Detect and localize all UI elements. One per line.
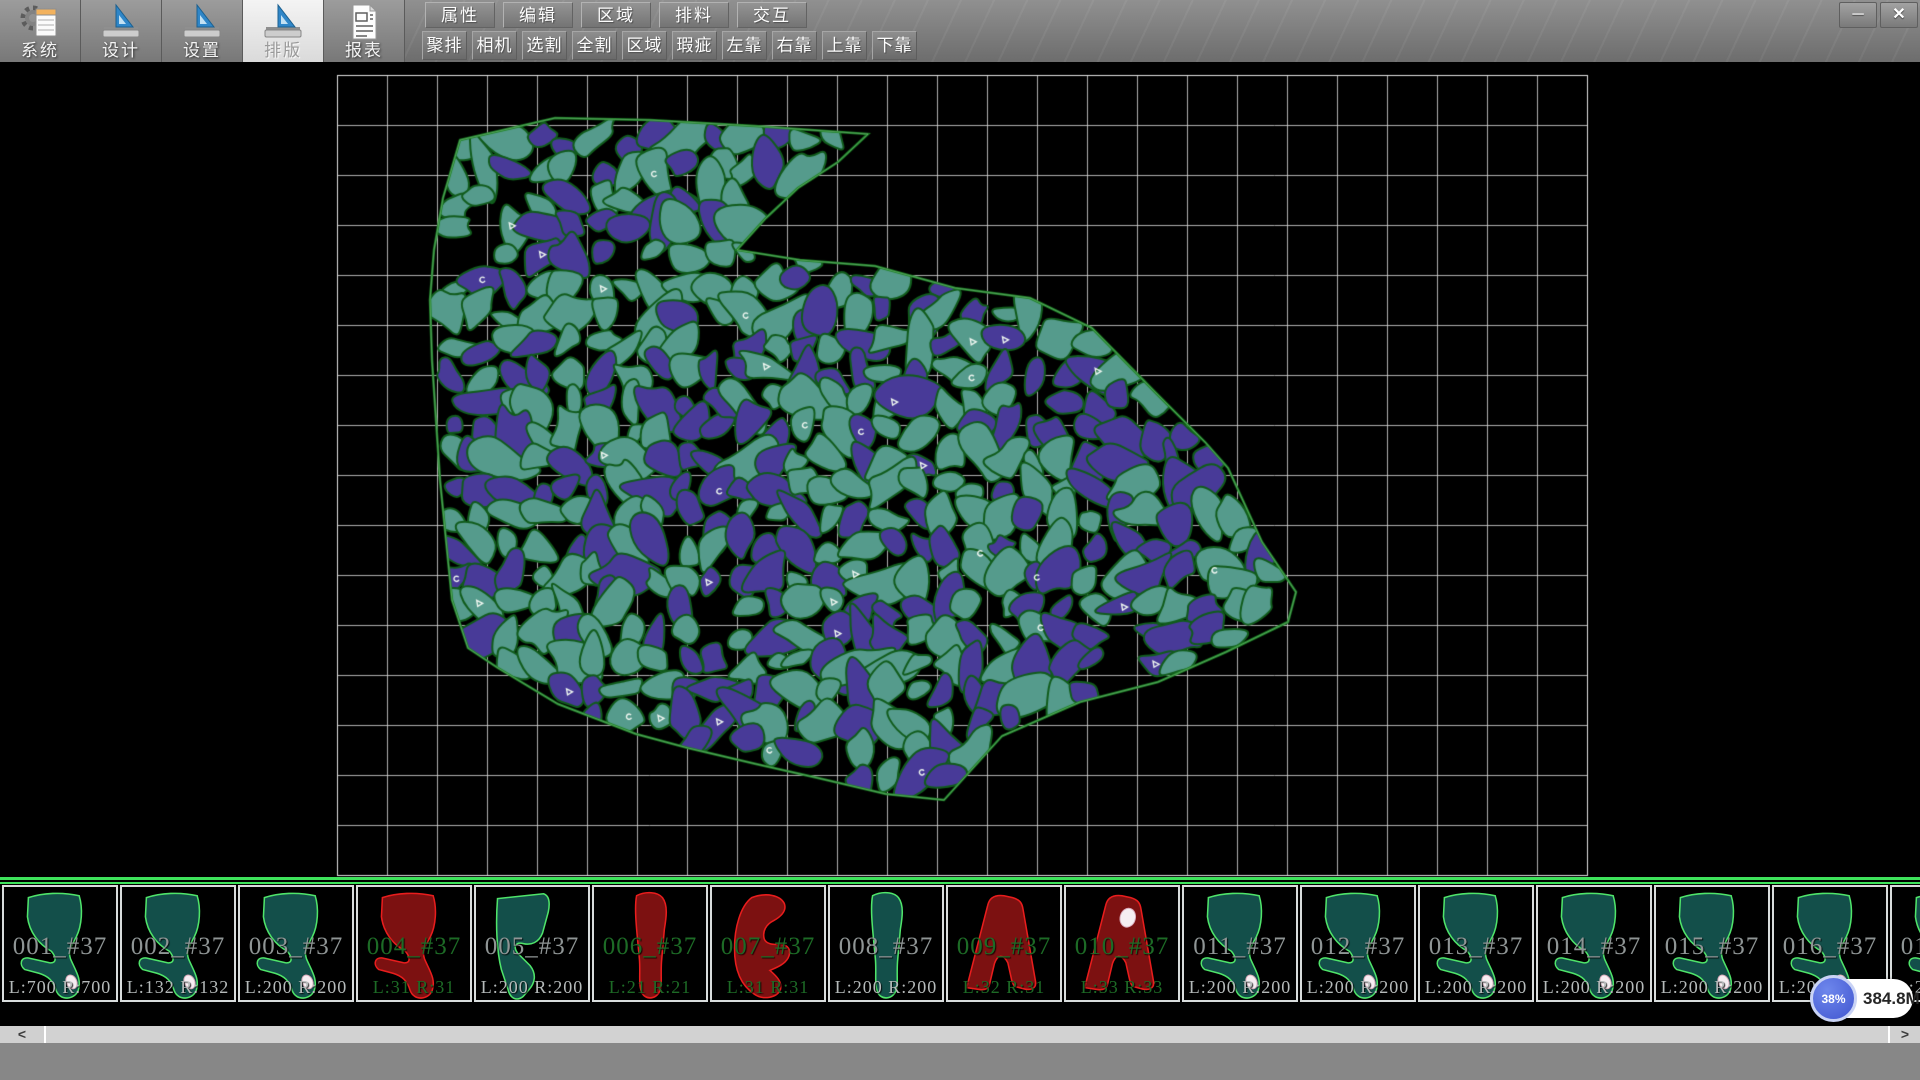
nesting-canvas[interactable]: [0, 62, 1920, 877]
menu-item-2[interactable]: 编辑: [503, 2, 573, 28]
toolbar-button-2[interactable]: 设计: [81, 0, 162, 62]
tool-item-4[interactable]: 全割: [572, 31, 617, 60]
close-button[interactable]: ✕: [1880, 2, 1918, 28]
part-lr-count: L:31 R:31: [358, 977, 470, 998]
part-name: 009_#37: [948, 933, 1060, 961]
part-lr-count: L:33 R:33: [1066, 977, 1178, 998]
part-thumbnail-003[interactable]: 003_#37 L:200 R:200: [238, 885, 354, 1002]
parts-strip: 001_#37L:700 R:700002_#37L:132 R:132003_…: [0, 877, 1920, 1026]
part-name: 005_#37: [476, 933, 588, 961]
toolbar-button-label: 设计: [102, 42, 140, 60]
part-thumbnail-010[interactable]: 010_#37 L:33 R:33: [1064, 885, 1180, 1002]
part-name: 015_#37: [1656, 933, 1768, 961]
horizontal-scrollbar[interactable]: < >: [0, 1026, 1920, 1043]
toolbar-button-3[interactable]: 设置: [162, 0, 243, 62]
menu-item-4[interactable]: 排料: [659, 2, 729, 28]
memory-status-pill: 38% 384.8M: [1812, 979, 1913, 1018]
part-name: 017_#37: [1892, 933, 1920, 961]
tool-item-6[interactable]: 瑕疵: [672, 31, 717, 60]
toolbar-button-label: 排版: [264, 42, 302, 60]
scroll-left-arrow-icon[interactable]: <: [0, 1026, 46, 1043]
part-name: 008_#37: [830, 933, 942, 961]
part-name: 003_#37: [240, 933, 352, 961]
window-controls: ─ ✕: [1839, 2, 1918, 28]
tool-item-1[interactable]: 聚排: [422, 31, 467, 60]
toolbar-button-1[interactable]: 系统: [0, 0, 81, 62]
part-lr-count: L:200 R:200: [1302, 977, 1414, 998]
nesting-ruler-icon: [262, 2, 304, 42]
part-lr-count: L:700 R:700: [4, 977, 116, 998]
strip-accent-line: [0, 877, 1920, 880]
part-thumbnail-005[interactable]: 005_#37 L:200 R:200: [474, 885, 590, 1002]
part-name: 007_#37: [712, 933, 824, 961]
part-thumbnail-004[interactable]: 004_#37 L:31 R:31: [356, 885, 472, 1002]
part-thumbnail-006[interactable]: 006_#37 L:21 R:21: [592, 885, 708, 1002]
part-lr-count: L:200 R:200: [1538, 977, 1650, 998]
part-lr-count: L:200 R:200: [1184, 977, 1296, 998]
part-lr-count: L:31 R:31: [712, 977, 824, 998]
part-thumbnail-012[interactable]: 012_#37 L:200 R:200: [1300, 885, 1416, 1002]
part-name: 002_#37: [122, 933, 234, 961]
part-name: 011_#37: [1184, 933, 1296, 961]
part-lr-count: L:21 R:21: [594, 977, 706, 998]
part-lr-count: L:200 R:200: [240, 977, 352, 998]
menu-row-1: 属性编辑区域排料交互: [425, 2, 807, 28]
part-thumbnail-001[interactable]: 001_#37 L:700 R:700: [2, 885, 118, 1002]
part-lr-count: L:200 R:200: [476, 977, 588, 998]
part-name: 016_#37: [1774, 933, 1886, 961]
part-name: 013_#37: [1420, 933, 1532, 961]
design-ruler-icon: [100, 2, 142, 42]
part-name: 006_#37: [594, 933, 706, 961]
part-lr-count: L:200 R:200: [1420, 977, 1532, 998]
tool-item-7[interactable]: 左靠: [722, 31, 767, 60]
menu-item-1[interactable]: 属性: [425, 2, 495, 28]
part-name: 010_#37: [1066, 933, 1178, 961]
minimize-button[interactable]: ─: [1839, 2, 1877, 28]
toolbar-button-label: 系统: [21, 42, 59, 60]
strip-accent-line-2: [0, 882, 1920, 884]
tool-item-3[interactable]: 选割: [522, 31, 567, 60]
main-toolbar: 系统 设计 设置 排版 报表: [0, 0, 405, 62]
tool-item-9[interactable]: 上靠: [822, 31, 867, 60]
part-thumbnail-009[interactable]: 009_#37 L:32 R:31: [946, 885, 1062, 1002]
nesting-workspace[interactable]: [0, 62, 1920, 877]
part-thumbnail-011[interactable]: 011_#37 L:200 R:200: [1182, 885, 1298, 1002]
system-gear-icon: [19, 2, 61, 42]
toolbar-button-4[interactable]: 排版: [243, 0, 324, 62]
toolbar-button-5[interactable]: 报表: [324, 0, 405, 62]
part-thumbnail-014[interactable]: 014_#37 L:200 R:200: [1536, 885, 1652, 1002]
menu-item-3[interactable]: 区域: [581, 2, 651, 28]
memory-usage-label: 384.8M: [1863, 979, 1920, 1018]
part-lr-count: L:200 R:200: [1656, 977, 1768, 998]
part-thumbnail-015[interactable]: 015_#37 L:200 R:200: [1654, 885, 1770, 1002]
toolbar-button-label: 报表: [345, 42, 383, 60]
status-bar: [0, 1043, 1920, 1080]
part-lr-count: L:132 R:132: [122, 977, 234, 998]
part-lr-count: L:200 R:200: [830, 977, 942, 998]
menu-item-5[interactable]: 交互: [737, 2, 807, 28]
progress-circle-badge: 38%: [1810, 975, 1857, 1022]
scroll-right-arrow-icon[interactable]: >: [1888, 1026, 1920, 1043]
part-name: 004_#37: [358, 933, 470, 961]
report-doc-icon: [343, 2, 385, 42]
parts-list: 001_#37L:700 R:700002_#37L:132 R:132003_…: [2, 885, 1920, 1002]
tool-item-2[interactable]: 相机: [472, 31, 517, 60]
tool-item-10[interactable]: 下靠: [872, 31, 917, 60]
part-lr-count: L:32 R:31: [948, 977, 1060, 998]
part-thumbnail-013[interactable]: 013_#37 L:200 R:200: [1418, 885, 1534, 1002]
tool-item-5[interactable]: 区域: [622, 31, 667, 60]
part-thumbnail-002[interactable]: 002_#37 L:132 R:132: [120, 885, 236, 1002]
settings-ruler-icon: [181, 2, 223, 42]
part-name: 014_#37: [1538, 933, 1650, 961]
part-name: 012_#37: [1302, 933, 1414, 961]
menu-row-2: 聚排相机选割全割区域瑕疵左靠右靠上靠下靠: [422, 31, 917, 60]
part-thumbnail-007[interactable]: 007_#37 L:31 R:31: [710, 885, 826, 1002]
toolbar-button-label: 设置: [183, 42, 221, 60]
part-name: 001_#37: [4, 933, 116, 961]
part-thumbnail-008[interactable]: 008_#37 L:200 R:200: [828, 885, 944, 1002]
tool-item-8[interactable]: 右靠: [772, 31, 817, 60]
